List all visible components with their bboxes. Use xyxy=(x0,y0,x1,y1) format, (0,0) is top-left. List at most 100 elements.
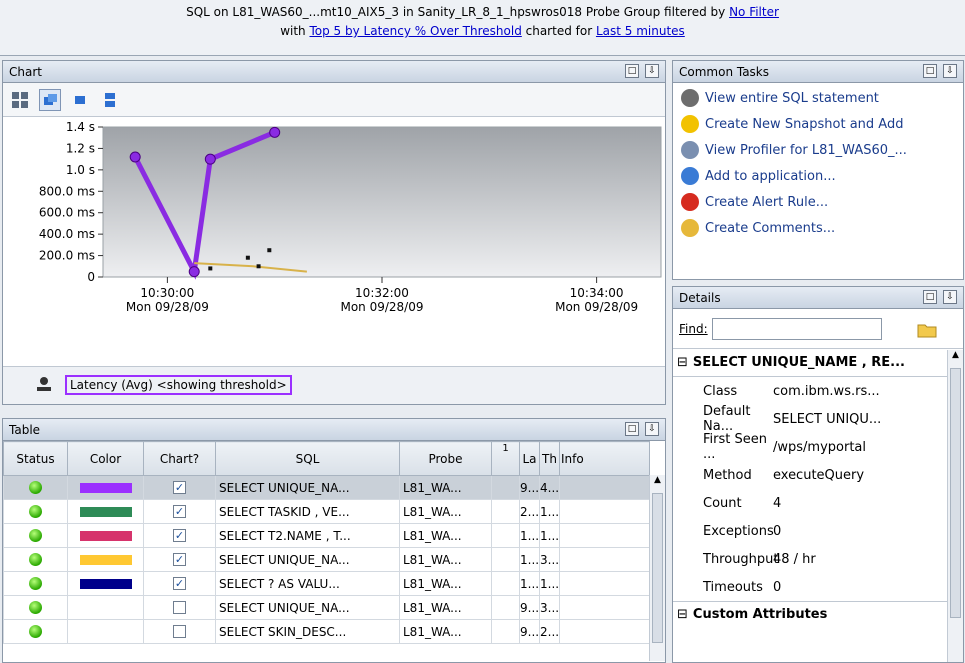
table-row[interactable]: ✓ SELECT UNIQUE_NA... L81_WA... 9... 4... xyxy=(3,475,650,500)
info-cell xyxy=(559,619,650,644)
float-button[interactable]: ⇩ xyxy=(943,64,957,78)
latency-chart: 1.4 s 1.2 s 1.0 s 800.0 ms 600.0 ms 400.0 ms 2… xyxy=(3,117,665,345)
legend-item-latency[interactable]: Latency (Avg) <showing threshold> xyxy=(65,375,292,395)
top5-link[interactable]: Top 5 by Latency % Over Threshold xyxy=(309,24,521,38)
chart-checkbox[interactable] xyxy=(143,619,216,644)
y-tick-label: 200.0 ms xyxy=(39,249,95,263)
user-icon xyxy=(37,377,51,391)
find-bar: Find: xyxy=(673,309,963,349)
detail-row: Default Na... SELECT UNIQU... xyxy=(703,404,882,434)
collapse-icon[interactable]: ⊟ xyxy=(677,355,688,370)
col-latency[interactable]: La xyxy=(519,441,540,476)
find-input[interactable] xyxy=(711,317,882,340)
scroll-up-arrow[interactable]: ▲ xyxy=(948,350,963,366)
task-item[interactable]: View Profiler for L81_WAS60_... xyxy=(673,137,963,163)
scroll-thumb[interactable] xyxy=(950,368,961,618)
y-tick-label: 0 xyxy=(87,270,95,284)
minimize-button[interactable]: □ xyxy=(923,64,937,78)
color-swatch xyxy=(67,547,144,572)
chart-checkbox[interactable] xyxy=(143,595,216,620)
common-tasks-title: Common Tasks □ ⇩ xyxy=(673,61,963,83)
minimize-button[interactable]: □ xyxy=(923,290,937,304)
sort-cell xyxy=(491,619,520,644)
chart-checkbox[interactable]: ✓ xyxy=(143,571,216,596)
chart-checkbox[interactable]: ✓ xyxy=(143,547,216,572)
chart-legend: Latency (Avg) <showing threshold> xyxy=(3,366,665,404)
table-row[interactable]: ✓ SELECT UNIQUE_NA... L81_WA... 1... 3... xyxy=(3,547,650,572)
col-info[interactable]: Info xyxy=(559,441,650,476)
col-probe[interactable]: Probe xyxy=(399,441,492,476)
scroll-up-arrow[interactable]: ▲ xyxy=(650,475,665,491)
sort-cell xyxy=(491,595,520,620)
sql-cell: SELECT UNIQUE_NA... xyxy=(215,475,400,500)
series-point xyxy=(129,151,141,163)
probe-cell: L81_WA... xyxy=(399,523,492,548)
color-swatch xyxy=(67,571,144,596)
table-row[interactable]: ✓ SELECT TASKID , VE... L81_WA... 2... 1... xyxy=(3,499,650,524)
minimize-button[interactable]: □ xyxy=(625,64,639,78)
table-row[interactable]: ✓ SELECT T2.NAME , T... L81_WA... 1... 1... xyxy=(3,523,650,548)
x-tick-time: 10:32:00 xyxy=(355,286,409,300)
x-tick-time: 10:34:00 xyxy=(570,286,624,300)
float-button[interactable]: ⇩ xyxy=(645,422,659,436)
folder-icon[interactable] xyxy=(916,319,938,339)
col-status[interactable]: Status xyxy=(3,441,68,476)
table-row[interactable]: SELECT UNIQUE_NA... L81_WA... 9... 3... xyxy=(3,595,650,620)
collapse-icon[interactable]: ⊟ xyxy=(677,607,688,622)
series-point xyxy=(269,126,281,138)
sort-cell xyxy=(491,571,520,596)
table-row[interactable]: SELECT SKIN_DESC... L81_WA... 9... 2... xyxy=(3,619,650,644)
float-button[interactable]: ⇩ xyxy=(943,290,957,304)
chart-checkbox[interactable]: ✓ xyxy=(143,499,216,524)
chart-panel-title: Chart □ ⇩ xyxy=(3,61,665,83)
col-color[interactable]: Color xyxy=(67,441,144,476)
col-chart[interactable]: Chart? xyxy=(143,441,216,476)
probe-cell: L81_WA... xyxy=(399,499,492,524)
latency-cell: 1... xyxy=(519,571,540,596)
probe-cell: L81_WA... xyxy=(399,595,492,620)
stacked-view-icon[interactable] xyxy=(99,89,121,111)
alert-icon xyxy=(681,193,699,211)
threshold-cell: 1... xyxy=(539,523,560,548)
sql-cell: SELECT UNIQUE_NA... xyxy=(215,595,400,620)
info-cell xyxy=(559,499,650,524)
col-threshold[interactable]: Th xyxy=(539,441,560,476)
task-item[interactable]: Add to application... xyxy=(673,163,963,189)
minimize-button[interactable]: □ xyxy=(625,422,639,436)
float-button[interactable]: ⇩ xyxy=(645,64,659,78)
warning-icon xyxy=(681,115,699,133)
latency-cell: 9... xyxy=(519,475,540,500)
chart-checkbox[interactable]: ✓ xyxy=(143,523,216,548)
task-item[interactable]: Create New Snapshot and Add xyxy=(673,111,963,137)
table-row[interactable]: ✓ SELECT ? AS VALU... L81_WA... 1... 1... xyxy=(3,571,650,596)
common-tasks-panel: Common Tasks □ ⇩ View entire SQL stateme… xyxy=(672,60,964,280)
custom-attributes-header[interactable]: ⊟ Custom Attributes xyxy=(673,601,963,627)
task-list: View entire SQL statement Create New Snap… xyxy=(673,83,963,241)
chart-toolbar xyxy=(3,83,665,117)
sql-cell: SELECT ? AS VALU... xyxy=(215,571,400,596)
col-sort-indicator[interactable]: 1 xyxy=(491,441,520,476)
grid-view-icon[interactable] xyxy=(9,89,31,111)
chart-checkbox[interactable]: ✓ xyxy=(143,475,216,500)
scroll-thumb[interactable] xyxy=(652,493,663,643)
task-item[interactable]: View entire SQL statement xyxy=(673,85,963,111)
table-scrollbar[interactable]: ▲ xyxy=(649,475,665,661)
col-sql[interactable]: SQL xyxy=(215,441,400,476)
task-item[interactable]: Create Alert Rule... xyxy=(673,189,963,215)
details-section-header[interactable]: ⊟ SELECT UNIQUE_NAME , RE... xyxy=(673,349,963,377)
threshold-cell: 3... xyxy=(539,595,560,620)
single-view-icon[interactable] xyxy=(69,89,91,111)
color-swatch xyxy=(67,523,144,548)
filter-link[interactable]: No Filter xyxy=(729,5,779,19)
probe-cell: L81_WA... xyxy=(399,571,492,596)
scatter-point xyxy=(256,264,261,269)
x-tick-date: Mon 09/28/09 xyxy=(555,300,638,314)
table-panel: Table □ ⇩ Status Color Chart? SQL Probe … xyxy=(2,418,666,663)
time-range-link[interactable]: Last 5 minutes xyxy=(596,24,685,38)
task-item[interactable]: Create Comments... xyxy=(673,215,963,241)
details-rows: Class com.ibm.ws.rs... Default Na... SELECT… xyxy=(673,377,963,601)
details-scrollbar[interactable]: ▲ xyxy=(947,350,963,662)
y-tick-label: 600.0 ms xyxy=(39,206,95,220)
overlay-view-icon[interactable] xyxy=(39,88,61,111)
threshold-cell: 4... xyxy=(539,475,560,500)
